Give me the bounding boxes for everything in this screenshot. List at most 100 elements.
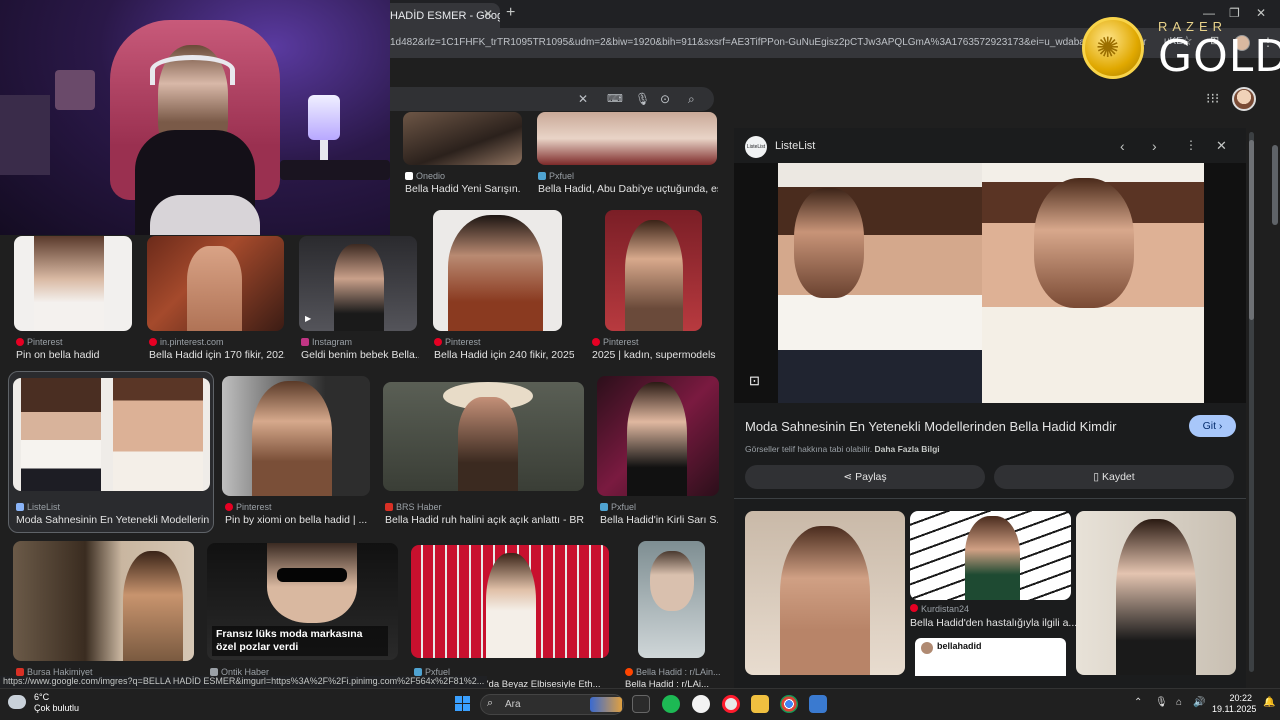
lens-search-icon[interactable]: ⊙ — [660, 92, 670, 106]
source-favicon-icon — [538, 172, 546, 180]
related-source: Kurdistan24 — [910, 604, 969, 614]
result-title[interactable]: Bella Hadid için 170 fikir, 202... — [149, 349, 285, 361]
result-source: Pinterest — [434, 337, 481, 347]
notification-bell-icon[interactable]: 🔔 — [1263, 697, 1275, 708]
weather-widget[interactable]: 6°C Çok bulutlu — [34, 692, 79, 714]
previous-icon[interactable]: ‹ — [1120, 138, 1125, 154]
minimize-icon[interactable]: — — [1203, 6, 1215, 20]
opera-icon[interactable] — [722, 695, 740, 713]
result-title[interactable]: Bella Hadid ruh halini açık açık anlattı… — [385, 514, 585, 526]
panel-source[interactable]: ListeList — [775, 140, 815, 152]
source-favicon-icon — [405, 172, 413, 180]
result-source: in.pinterest.com — [149, 337, 224, 347]
panel-title[interactable]: Moda Sahnesinin En Yetenekli Modellerind… — [745, 419, 1116, 434]
source-favicon-icon — [600, 503, 608, 511]
result-title[interactable]: 2025 | kadın, supermodels... — [592, 349, 716, 361]
result-image[interactable] — [403, 112, 522, 165]
system-clock[interactable]: 20:22 19.11.2025 — [1212, 693, 1257, 715]
account-avatar[interactable] — [1232, 87, 1256, 111]
windows-start-icon[interactable] — [455, 696, 471, 712]
date: 19.11.2025 — [1212, 704, 1257, 714]
result-image[interactable] — [605, 210, 702, 331]
related-image[interactable]: bellahadid — [915, 638, 1066, 676]
result-image[interactable] — [222, 376, 370, 496]
result-image[interactable]: ▶ — [299, 236, 417, 331]
microphone-icon[interactable]: 🎙 — [635, 92, 650, 106]
pinterest-icon — [592, 338, 600, 346]
tab-close-icon[interactable]: ✕ — [483, 7, 493, 21]
chrome-icon[interactable] — [780, 695, 798, 713]
close-window-icon[interactable]: ✕ — [1256, 6, 1266, 20]
close-panel-icon[interactable]: ✕ — [1216, 138, 1227, 154]
visual-search-icon[interactable]: ⊡ — [749, 373, 760, 389]
panel-scroll-thumb[interactable] — [1249, 140, 1254, 320]
settings-icon[interactable] — [809, 695, 827, 713]
result-title[interactable]: Geldi benim bebek Bella... — [301, 349, 419, 361]
image-caption-overlay: Fransız lüks moda markasına özel pozlar … — [212, 626, 388, 656]
result-image[interactable] — [147, 236, 284, 331]
page-scrollbar[interactable] — [1272, 145, 1278, 225]
temperature: 6°C — [34, 692, 50, 702]
result-image[interactable] — [13, 378, 210, 491]
result-image[interactable] — [411, 545, 609, 658]
copyright-notice: Görseller telif hakkına tabi olabilir. D… — [745, 444, 940, 454]
result-image[interactable] — [13, 541, 194, 661]
search-icon[interactable]: ⌕ — [688, 92, 695, 107]
related-image[interactable] — [745, 511, 905, 675]
result-source: Pxfuel — [600, 502, 636, 512]
webcam-overlay — [0, 0, 390, 235]
result-image[interactable] — [597, 376, 719, 496]
browser-tab[interactable]: HADİD ESMER - Google — [380, 3, 500, 28]
volume-icon[interactable]: 🔊 — [1193, 697, 1205, 708]
clear-search-icon[interactable]: ✕ — [578, 92, 588, 106]
result-title[interactable]: Bella Hadid'in Kirli Sarı S... — [600, 514, 718, 526]
more-info-link[interactable]: Daha Fazla Bilgi — [874, 444, 939, 454]
result-image[interactable] — [537, 112, 717, 165]
result-title[interactable]: Pin by xiomi on bella hadid | ... — [225, 514, 370, 526]
related-handle: bellahadid — [937, 641, 982, 651]
visit-button[interactable]: Git › — [1189, 415, 1236, 437]
pinterest-icon — [16, 338, 24, 346]
share-button[interactable]: ⋖ Paylaş — [745, 465, 985, 489]
url-text[interactable]: 1d482&rlz=1C1FHFK_trTR1095TR1095&udm=2&b… — [390, 37, 1170, 48]
result-image[interactable] — [433, 210, 562, 331]
result-title[interactable]: Bella Hadid Yeni Sarışın... — [405, 183, 520, 195]
result-source: Instagram — [301, 337, 352, 347]
related-image[interactable] — [1076, 511, 1236, 675]
keyboard-icon[interactable]: ⌨ — [607, 92, 623, 105]
result-image[interactable] — [638, 541, 705, 658]
bookmark-icon: ▯ — [1093, 471, 1100, 483]
apps-grid-icon[interactable]: ⁝⁝⁝ — [1206, 90, 1219, 107]
result-title[interactable]: Bella Hadid, Abu Dabi'ye uçtuğunda, es..… — [538, 183, 718, 195]
microphone-icon[interactable]: 🎙 — [1155, 697, 1168, 708]
next-icon[interactable]: › — [1152, 138, 1157, 154]
steam-icon[interactable] — [692, 695, 710, 713]
result-source: ListeList — [16, 502, 60, 512]
instagram-icon — [301, 338, 309, 346]
result-title[interactable]: Pin on bella hadid — [16, 349, 136, 361]
new-tab-icon[interactable]: + — [506, 4, 515, 22]
file-explorer-icon[interactable] — [751, 695, 769, 713]
result-source: Bella Hadid : r/LAin... — [625, 667, 721, 677]
panel-favicon: ListeList — [745, 136, 767, 158]
result-title[interactable]: Moda Sahnesinin En Yetenekli Modellerin.… — [16, 514, 210, 526]
task-view-icon[interactable] — [632, 695, 650, 713]
save-button[interactable]: ▯ Kaydet — [994, 465, 1234, 489]
divider — [734, 498, 1246, 499]
pinterest-icon — [225, 503, 233, 511]
more-options-icon[interactable]: ⋮ — [1185, 138, 1197, 152]
related-title[interactable]: Bella Hadid'den hastalığıyla ilgili a... — [910, 617, 1077, 629]
pinterest-icon — [910, 604, 918, 612]
maximize-icon[interactable]: ❐ — [1229, 6, 1240, 20]
spotify-icon[interactable] — [662, 695, 680, 713]
pinterest-icon — [149, 338, 157, 346]
preview-image[interactable] — [734, 163, 1246, 403]
network-icon[interactable]: ⌂ — [1176, 697, 1182, 708]
tray-chevron-icon[interactable]: ⌃ — [1134, 697, 1142, 708]
result-source: Pinterest — [225, 502, 272, 512]
link-status-url: https://www.google.com/imgres?q=BELLA HA… — [0, 676, 488, 688]
result-image[interactable] — [383, 382, 584, 491]
related-image[interactable] — [910, 511, 1071, 600]
result-image[interactable] — [14, 236, 132, 331]
result-title[interactable]: Bella Hadid için 240 fikir, 2025... — [434, 349, 574, 361]
